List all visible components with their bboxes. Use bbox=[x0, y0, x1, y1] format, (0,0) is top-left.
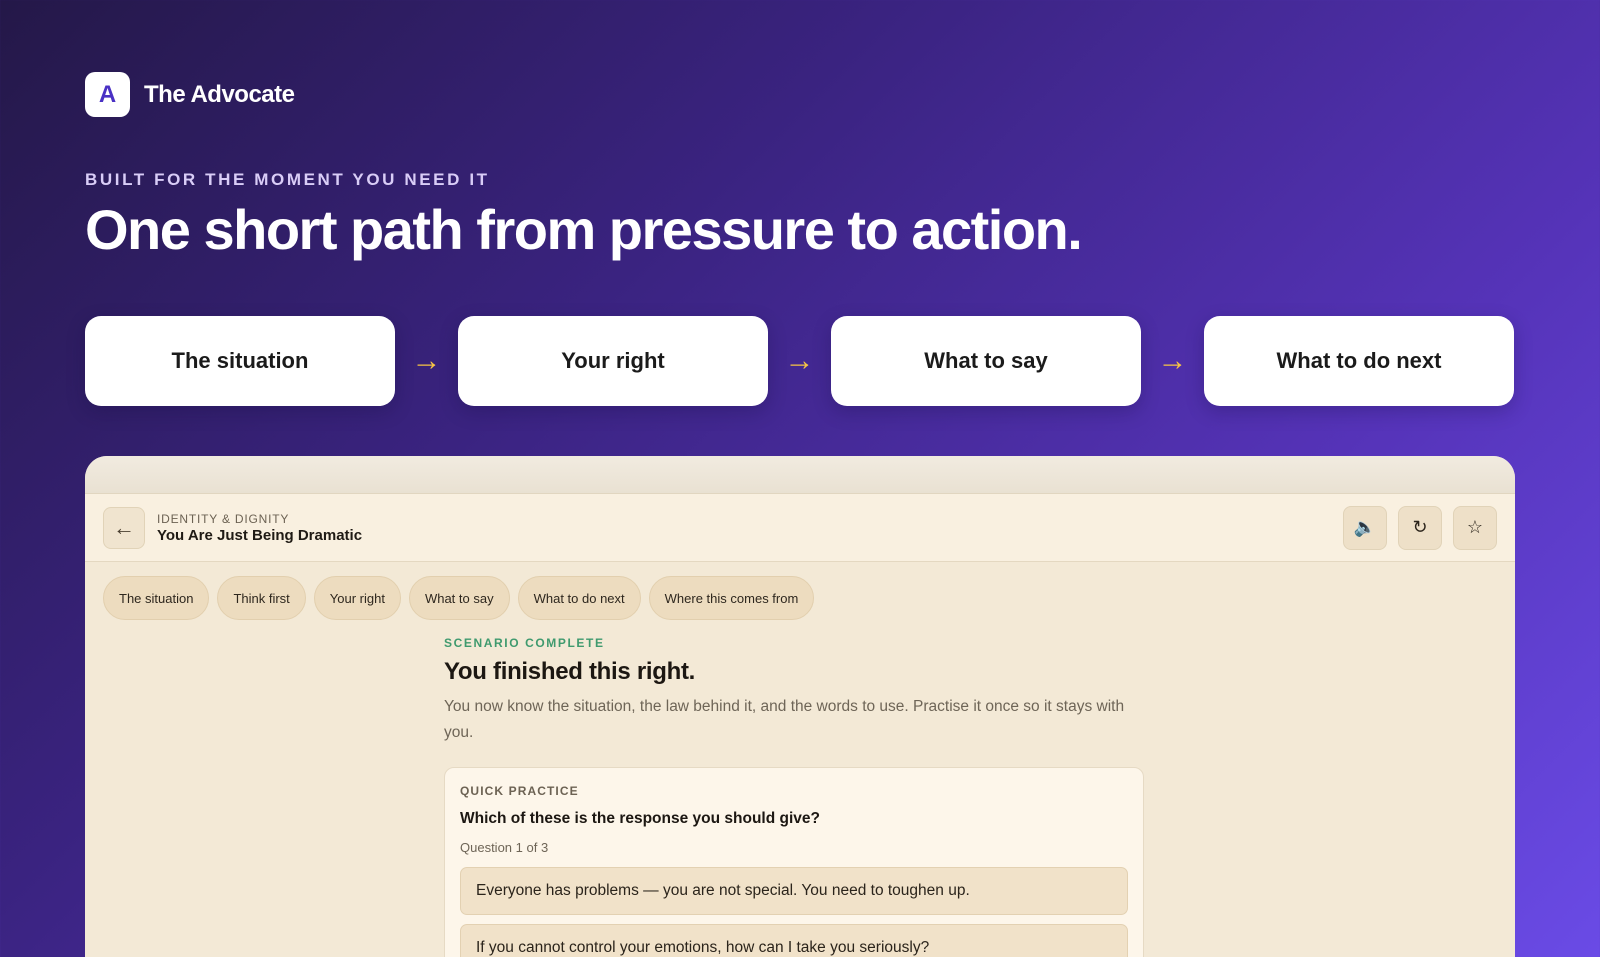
quick-practice-card: QUICK PRACTICE Which of these is the res… bbox=[444, 767, 1144, 957]
audio-button[interactable]: 🔈 bbox=[1343, 505, 1387, 550]
header-actions: 🔈 ↻ ☆ bbox=[1343, 505, 1497, 550]
completion-panel: SCENARIO COMPLETE You finished this righ… bbox=[444, 636, 1144, 957]
scenario-header: ← IDENTITY & DIGNITY You Are Just Being … bbox=[85, 494, 1515, 562]
completion-label: SCENARIO COMPLETE bbox=[444, 636, 605, 650]
window-topbar bbox=[85, 456, 1515, 494]
arrow-right-icon: → bbox=[1157, 344, 1188, 377]
step-flow: The situation → Your right → What to say… bbox=[85, 316, 1515, 406]
step-situation: The situation bbox=[85, 316, 395, 406]
tab-what-to-say[interactable]: What to say bbox=[408, 576, 510, 620]
step-your-right: Your right bbox=[458, 316, 768, 406]
completion-description: You now know the situation, the law behi… bbox=[444, 698, 1125, 741]
arrow-right-icon: → bbox=[411, 344, 442, 377]
back-button[interactable]: ← bbox=[103, 506, 145, 549]
brand-logo: A bbox=[85, 72, 130, 117]
step-what-to-say: What to say bbox=[831, 316, 1141, 406]
scenario-heading: IDENTITY & DIGNITY You Are Just Being Dr… bbox=[157, 512, 362, 544]
replay-button[interactable]: ↻ bbox=[1398, 505, 1442, 550]
answer-option[interactable]: If you cannot control your emotions, how… bbox=[460, 924, 1128, 957]
speaker-icon: 🔈 bbox=[1353, 517, 1377, 537]
arrow-left-icon: ← bbox=[113, 514, 135, 540]
replay-icon: ↻ bbox=[1412, 517, 1428, 537]
scenario-title: You Are Just Being Dramatic bbox=[157, 526, 363, 544]
section-tabs: The situation Think first Your right Wha… bbox=[85, 562, 1515, 620]
completion-title: You finished this right. bbox=[444, 658, 696, 685]
brand-name: The Advocate bbox=[144, 80, 295, 108]
practice-question: Which of these is the response you shoul… bbox=[460, 810, 820, 827]
answer-option[interactable]: Everyone has problems — you are not spec… bbox=[460, 867, 1128, 915]
hero-headline: One short path from pressure to action. bbox=[85, 198, 1083, 261]
scenario-category: IDENTITY & DIGNITY bbox=[157, 511, 290, 526]
hero-eyebrow: BUILT FOR THE MOMENT YOU NEED IT bbox=[85, 170, 490, 189]
tab-think-first[interactable]: Think first bbox=[217, 576, 306, 620]
practice-counter: Question 1 of 3 bbox=[460, 840, 549, 855]
tab-your-right[interactable]: Your right bbox=[313, 576, 401, 620]
step-what-to-do-next: What to do next bbox=[1204, 316, 1514, 406]
tab-the-situation[interactable]: The situation bbox=[103, 576, 210, 620]
app-preview: ← IDENTITY & DIGNITY You Are Just Being … bbox=[85, 456, 1515, 957]
practice-label: QUICK PRACTICE bbox=[460, 784, 579, 798]
favorite-button[interactable]: ☆ bbox=[1453, 505, 1497, 550]
arrow-right-icon: → bbox=[784, 344, 815, 377]
star-icon: ☆ bbox=[1466, 517, 1484, 537]
brand[interactable]: A The Advocate bbox=[85, 72, 295, 117]
tab-what-to-do-next[interactable]: What to do next bbox=[517, 576, 641, 620]
tab-where-this-comes-from[interactable]: Where this comes from bbox=[648, 576, 815, 620]
